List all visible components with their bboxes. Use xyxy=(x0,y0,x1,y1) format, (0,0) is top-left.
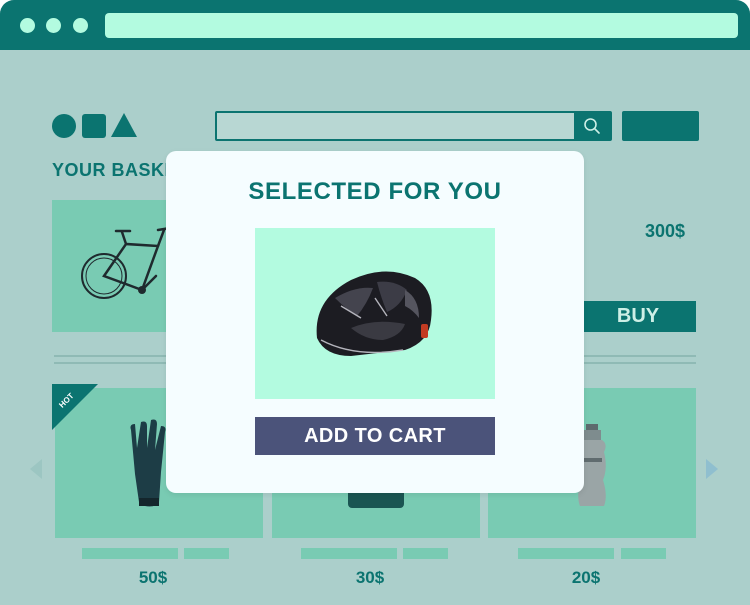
add-to-cart-button[interactable]: ADD TO CART xyxy=(255,417,495,455)
search-button[interactable] xyxy=(574,113,610,139)
basket-item-card[interactable] xyxy=(52,200,172,332)
header-button[interactable] xyxy=(622,111,699,141)
product-text-placeholder xyxy=(403,548,448,559)
search-icon xyxy=(584,118,600,134)
bike-helmet-image xyxy=(316,271,432,356)
buy-button[interactable]: BUY xyxy=(576,301,696,332)
window-dot-3[interactable] xyxy=(73,18,88,33)
product-image-frame xyxy=(255,228,495,399)
carousel-prev-arrow-icon[interactable] xyxy=(30,459,42,479)
product-price: 20$ xyxy=(571,568,601,587)
hot-badge: HOT xyxy=(52,384,98,430)
carousel-next-arrow-icon[interactable] xyxy=(706,459,718,479)
logo-triangle-shape xyxy=(111,113,137,137)
bicycle-image xyxy=(81,226,172,299)
logo-circle-shape xyxy=(52,114,76,138)
product-text-placeholder xyxy=(184,548,229,559)
recommendation-modal: SELECTED FOR YOU ADD TO CART xyxy=(166,151,584,493)
address-bar[interactable] xyxy=(105,13,738,38)
modal-title: SELECTED FOR YOU xyxy=(248,178,502,205)
window-dot-2[interactable] xyxy=(46,18,61,33)
product-text-placeholder xyxy=(301,548,397,559)
product-price: 30$ xyxy=(355,568,385,587)
browser-titlebar xyxy=(0,0,750,50)
product-text-placeholder xyxy=(518,548,614,559)
logo-square-shape xyxy=(82,114,106,138)
basket-price: 300$ xyxy=(645,221,686,241)
product-price: 50$ xyxy=(138,568,168,587)
hot-badge-shape xyxy=(52,384,98,430)
product-text-placeholder xyxy=(82,548,178,559)
product-text-placeholder xyxy=(621,548,666,559)
window-dot-1[interactable] xyxy=(20,18,35,33)
search-input[interactable] xyxy=(215,111,612,141)
